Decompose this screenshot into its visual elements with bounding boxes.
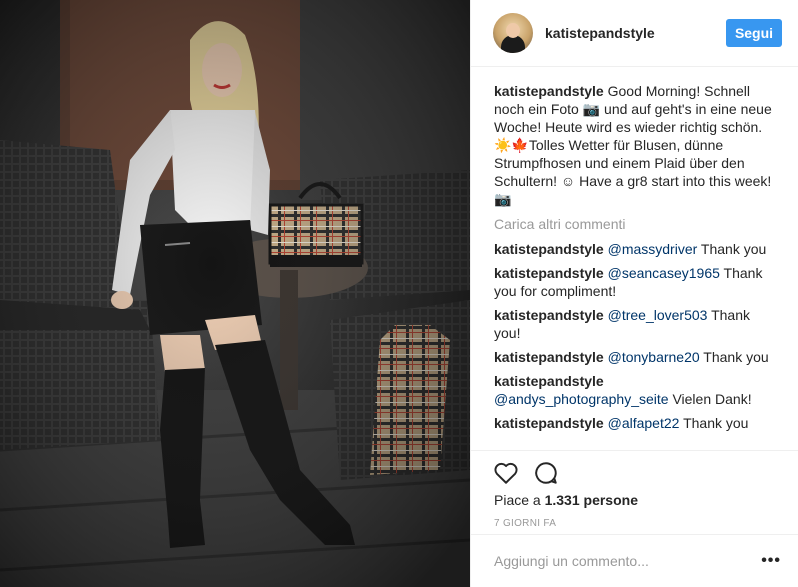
post-container: katistepandstyle Segui katistepandstyle … (0, 0, 798, 587)
likes-count[interactable]: Piace a 1.331 persone (494, 492, 638, 508)
post-sidebar: katistepandstyle Segui katistepandstyle … (470, 0, 798, 587)
comment-mention[interactable]: @alfapet22 (608, 415, 680, 431)
comment-username[interactable]: katistepandstyle (494, 241, 604, 257)
post-photo[interactable] (0, 0, 470, 587)
comment-item: katistepandstyle @alfapet22 Thank you (494, 414, 777, 432)
comment-item: katistepandstyle @massydriver Thank you (494, 240, 777, 258)
timestamp: 7 GIORNI FA (494, 518, 557, 529)
post-header: katistepandstyle Segui (471, 0, 798, 67)
comment-item: katistepandstyle @tonybarne20 Thank you (494, 348, 777, 366)
likes-prefix: Piace a (494, 492, 545, 508)
load-more-comments-link[interactable]: Carica altri commenti (494, 215, 777, 233)
avatar[interactable] (493, 13, 533, 53)
likes-number[interactable]: 1.331 persone (545, 492, 638, 508)
comments-list[interactable]: katistepandstyle Good Morning! Schnell n… (471, 67, 798, 450)
heart-icon[interactable] (493, 460, 519, 486)
comment-mention[interactable]: @andys_photography_seite (494, 391, 669, 407)
comment-username[interactable]: katistepandstyle (494, 373, 604, 389)
comment-username[interactable]: katistepandstyle (494, 265, 604, 281)
comment-mention[interactable]: @seancasey1965 (608, 265, 720, 281)
comment-mention[interactable]: @tree_lover503 (608, 307, 708, 323)
comment-username[interactable]: katistepandstyle (494, 415, 604, 431)
comment-item: katistepandstyle @seancasey1965 Thank yo… (494, 264, 777, 300)
speech-bubble-icon[interactable] (533, 460, 559, 486)
follow-button[interactable]: Segui (726, 19, 782, 47)
caption: katistepandstyle Good Morning! Schnell n… (494, 82, 777, 208)
comment-username[interactable]: katistepandstyle (494, 307, 604, 323)
comment-mention[interactable]: @massydriver (608, 241, 698, 257)
caption-text: Good Morning! Schnell noch ein Foto 📷 un… (494, 83, 772, 207)
more-options-icon[interactable]: ••• (761, 552, 781, 570)
comment-username[interactable]: katistepandstyle (494, 349, 604, 365)
comment-item: katistepandstyle @andys_photography_seit… (494, 372, 777, 408)
comment-mention[interactable]: @tonybarne20 (608, 349, 700, 365)
comment-text: Thank you (679, 415, 749, 431)
caption-username[interactable]: katistepandstyle (494, 83, 604, 99)
action-icons (493, 460, 559, 486)
header-username[interactable]: katistepandstyle (545, 25, 655, 41)
comment-text: Vielen Dank! (668, 391, 752, 407)
add-comment-input[interactable]: Aggiungi un commento... (494, 553, 649, 569)
add-comment-bar: Aggiungi un commento... ••• (471, 534, 798, 587)
comment-text: Thank you (699, 349, 769, 365)
comment-text: Thank you (697, 241, 767, 257)
post-image (0, 0, 470, 587)
comment-item: katistepandstyle @tree_lover503 Thank yo… (494, 306, 777, 342)
